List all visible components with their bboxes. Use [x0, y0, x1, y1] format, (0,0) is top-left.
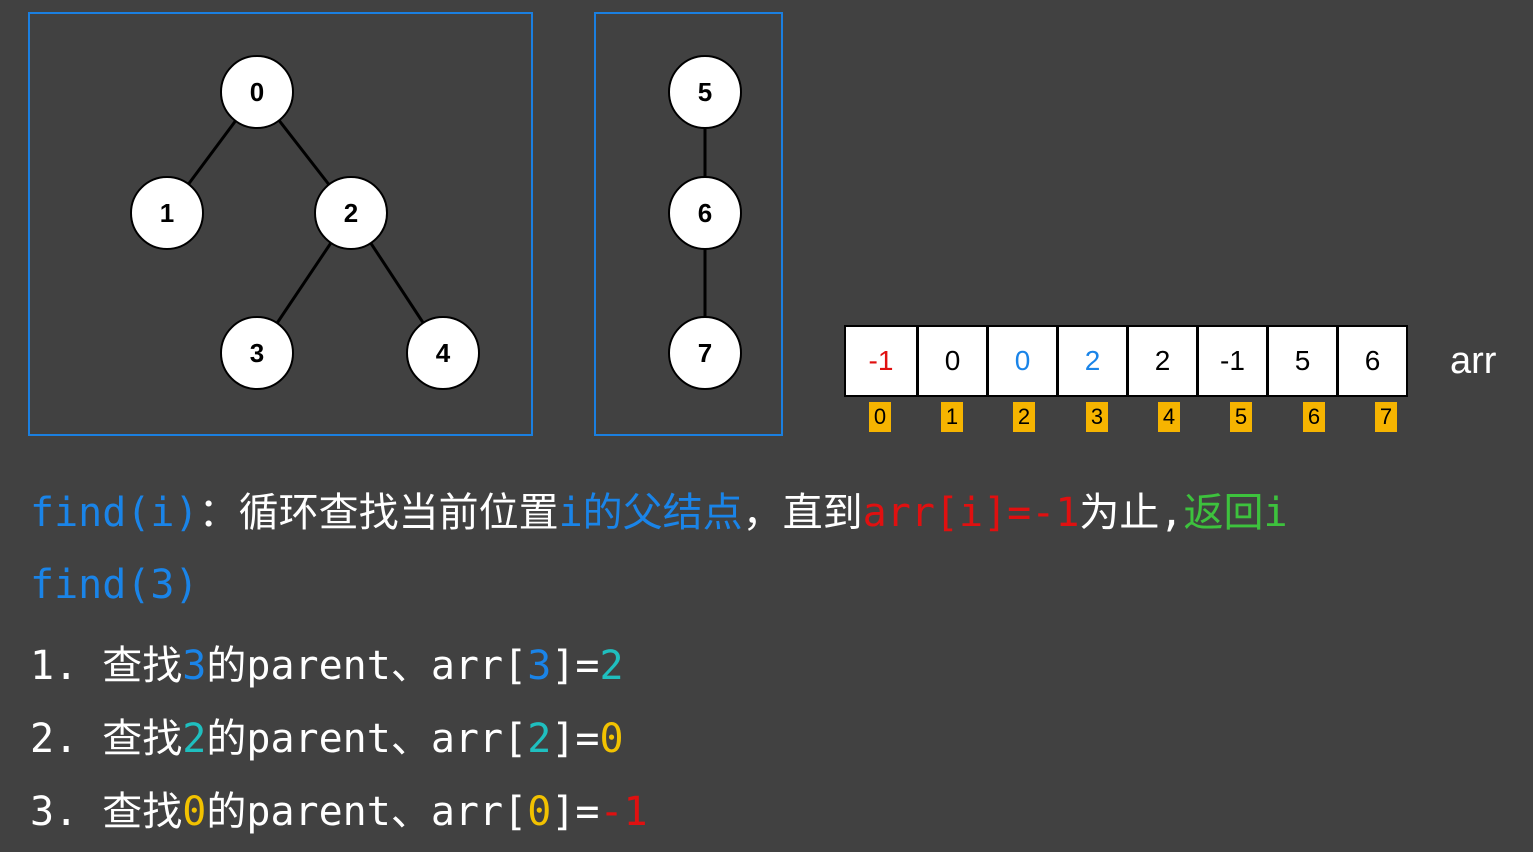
array-cell: -1 — [868, 345, 894, 376]
step-result: 2 — [599, 643, 624, 689]
array-cell: 2 — [1126, 327, 1196, 395]
array-index: 5 — [1230, 402, 1252, 432]
array-index: 1 — [941, 402, 963, 432]
step-value: 0 — [182, 789, 207, 835]
array-name-label: arr — [1450, 340, 1497, 382]
svg-text:6: 6 — [698, 198, 712, 228]
step-text: 查找 — [102, 643, 183, 689]
array-index: 4 — [1158, 402, 1180, 432]
tree-node-4: 4 — [406, 316, 480, 390]
array-cell: -1 — [1196, 327, 1266, 395]
desc-a: 循环查找当前位置 — [238, 490, 559, 536]
array-cell: 0 — [916, 327, 986, 395]
step-2: 2. 查找2的parent、arr[2]=0 — [30, 706, 624, 764]
step-value: 3 — [182, 643, 207, 689]
step-index: 3 — [527, 643, 552, 689]
array-cell: 0 — [986, 327, 1056, 395]
step-text: 的parent、arr[ — [206, 716, 528, 762]
array-index: 7 — [1375, 402, 1397, 432]
func-signature: find(i) — [30, 490, 199, 536]
step-text: ]= — [551, 716, 600, 762]
tree-node-3: 3 — [220, 316, 294, 390]
array-cell: 5 — [1266, 327, 1336, 395]
array-cell: 6 — [1336, 327, 1406, 395]
svg-text:5: 5 — [698, 77, 712, 107]
tree-node-1: 1 — [130, 176, 204, 250]
step-text: ]= — [551, 643, 600, 689]
step-index: 2 — [527, 716, 552, 762]
tree-node-7: 7 — [668, 316, 742, 390]
return-text: 返回i — [1183, 490, 1288, 536]
array-index: 6 — [1303, 402, 1325, 432]
svg-text:3: 3 — [250, 338, 264, 368]
array-cell: 2 — [1056, 327, 1126, 395]
parent-array: -1 0 0 2 2 -1 5 6 — [844, 325, 1408, 397]
array-index: 0 — [869, 402, 891, 432]
tree-node-0: 0 — [220, 55, 294, 129]
step-3: 3. 查找0的parent、arr[0]=-1 — [30, 779, 648, 837]
step-result: -1 — [599, 789, 648, 835]
step-number: 1. — [30, 643, 79, 689]
svg-text:2: 2 — [344, 198, 358, 228]
step-number: 2. — [30, 716, 79, 762]
step-1: 1. 查找3的parent、arr[3]=2 — [30, 633, 624, 691]
step-result: 0 — [599, 716, 624, 762]
desc-b: 的父结点 — [582, 490, 743, 536]
desc-d: 为止, — [1079, 490, 1184, 536]
desc-c: 直到 — [782, 490, 863, 536]
svg-text:0: 0 — [250, 77, 264, 107]
svg-text:7: 7 — [698, 338, 712, 368]
stop-condition: arr[i]=-1 — [862, 490, 1080, 536]
step-text: 查找 — [102, 789, 183, 835]
step-index: 0 — [527, 789, 552, 835]
find-call: find(3) — [30, 562, 199, 608]
svg-text:4: 4 — [436, 338, 451, 368]
tree-node-2: 2 — [314, 176, 388, 250]
step-text: ]= — [551, 789, 600, 835]
step-text: 的parent、arr[ — [206, 643, 528, 689]
svg-text:1: 1 — [160, 198, 174, 228]
find-description: find(i)：循环查找当前位置i的父结点，直到arr[i]=-1为止,返回i — [30, 480, 1288, 538]
array-index: 2 — [1013, 402, 1035, 432]
colon: ： — [198, 490, 239, 536]
comma: ， — [742, 490, 783, 536]
i-variable: i — [558, 490, 583, 536]
step-value: 2 — [182, 716, 207, 762]
step-number: 3. — [30, 789, 79, 835]
array-index: 3 — [1086, 402, 1108, 432]
step-text: 的parent、arr[ — [206, 789, 528, 835]
tree-node-5: 5 — [668, 55, 742, 129]
step-text: 查找 — [102, 716, 183, 762]
tree-node-6: 6 — [668, 176, 742, 250]
